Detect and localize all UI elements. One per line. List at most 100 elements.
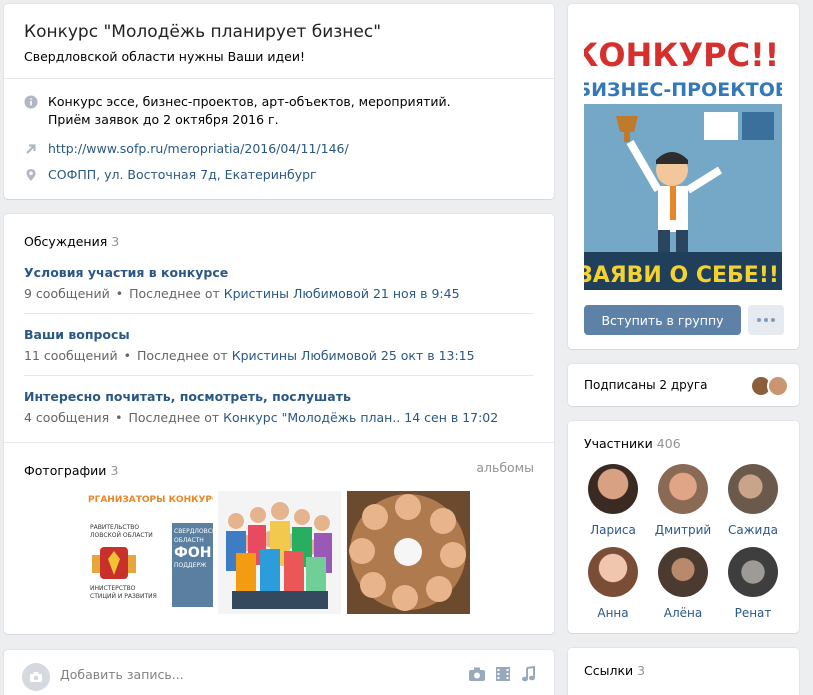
discussion-title[interactable]: Ваши вопросы	[24, 327, 534, 342]
photo-text: СТИЦИЙ И РАЗВИТИЯ	[90, 593, 157, 600]
members-count: 406	[656, 436, 681, 451]
albums-link[interactable]: альбомы	[476, 460, 534, 475]
last-post-time[interactable]: 14 сен в 17:02	[404, 410, 498, 425]
website-link[interactable]: http://www.sofp.ru/meropriatia/2016/04/1…	[48, 140, 349, 158]
member-name: Ренат	[734, 606, 772, 620]
discussion-item: Интересно почитать, посмотреть, послушат…	[24, 389, 534, 425]
member-name: Анна	[597, 606, 629, 620]
member-name: Дмитрий	[654, 523, 712, 537]
address-link[interactable]: СОФПП, ул. Восточная 7д, Екатеринбург	[48, 166, 317, 184]
divider	[4, 442, 554, 443]
photo-text: РАВИТЕЛЬСТВО	[90, 524, 140, 531]
avatar	[728, 464, 778, 514]
description-row: Конкурс эссе, бизнес-проектов, арт-объек…	[24, 93, 451, 129]
discussions-title: Обсуждения	[24, 234, 108, 249]
member-item[interactable]: Алёна	[650, 547, 716, 620]
links-count: 3	[637, 663, 646, 678]
last-post-label: Последнее от	[129, 286, 220, 301]
more-dots-icon	[764, 318, 768, 322]
photo-text: СВЕРДЛОВСК	[174, 528, 213, 535]
avatar	[658, 547, 708, 597]
discussions-header[interactable]: Обсуждения 3	[24, 231, 119, 250]
last-post-author[interactable]: Кристины Любимовой	[224, 286, 369, 301]
last-post-label: Последнее от	[128, 410, 220, 425]
discussion-title[interactable]: Условия участия в конкурсе	[24, 265, 534, 280]
page-title: Конкурс "Молодёжь планирует бизнес"	[24, 22, 382, 42]
last-post-label: Последнее от	[137, 348, 228, 363]
discussion-post-count: 11 сообщений	[24, 348, 118, 363]
discussion-meta: 9 сообщений • Последнее от Кристины Любимо…	[24, 286, 460, 301]
friend-avatar	[767, 375, 789, 397]
avatar	[658, 464, 708, 514]
cover-text: БИЗНЕС-ПРОЕКТОВ	[584, 79, 782, 101]
last-post-author[interactable]: Кристины Любимовой	[232, 348, 377, 363]
group-header-card: Конкурс "Молодёжь планирует бизнес" Свер…	[4, 4, 554, 199]
discussion-title[interactable]: Интересно почитать, посмотреть, послушат…	[24, 389, 534, 404]
photo-text: ЛОВСКОЙ ОБЛАСТИ	[90, 532, 153, 539]
discussion-item: Условия участия в конкурсе 9 сообщений • П…	[24, 265, 534, 301]
info-icon	[24, 95, 38, 109]
last-post-author[interactable]: Конкурс "Молодёжь план..	[223, 410, 400, 425]
description-line-1: Конкурс эссе, бизнес-проектов, арт-объек…	[48, 94, 451, 109]
member-item[interactable]: Лариса	[580, 464, 646, 537]
members-card: Участники 406 Лариса Дмитрий Сажида Анна …	[568, 421, 799, 633]
discussion-item: Ваши вопросы 11 сообщений • Последнее от К…	[24, 327, 534, 363]
photo-text: ФОН	[174, 545, 212, 561]
members-header[interactable]: Участники 406	[584, 433, 681, 452]
user-avatar	[22, 663, 50, 691]
friends-subscribed-text: Подписаны 2 друга	[584, 378, 708, 392]
member-name: Сажида	[728, 523, 778, 537]
description-line-2: Приём заявок до 2 октября 2016 г.	[48, 112, 279, 127]
photo-text: ПОДДЕРЖ	[174, 562, 207, 569]
friends-subscribed-card[interactable]: Подписаны 2 друга	[568, 364, 799, 406]
member-name: Алёна	[663, 606, 703, 620]
discussions-count: 3	[111, 234, 120, 249]
photo-youth-group[interactable]	[218, 491, 341, 614]
member-item[interactable]: Сажида	[720, 464, 786, 537]
video-attach-icon[interactable]	[494, 666, 512, 682]
website-row: http://www.sofp.ru/meropriatia/2016/04/1…	[24, 140, 349, 158]
photo-heading: РГАНИЗАТОРЫ КОНКУРСА	[88, 495, 213, 505]
cover-text: КОНКУРС!!!	[584, 36, 782, 74]
group-cover-card: КОНКУРС!!! БИЗНЕС-ПРОЕКТОВ ЗАЯВИ О СЕБЕ!…	[568, 4, 799, 349]
divider	[24, 375, 534, 376]
photo-organizers[interactable]: РГАНИЗАТОРЫ КОНКУРСА РАВИТЕЛЬСТВО ЛОВСКО…	[88, 491, 213, 614]
avatar	[728, 547, 778, 597]
photo-faces-circle[interactable]	[347, 491, 470, 614]
last-post-time[interactable]: 25 окт в 13:15	[381, 348, 475, 363]
discussion-meta: 4 сообщения • Последнее от Конкурс "Молодё…	[24, 410, 499, 425]
cover-text: ЗАЯВИ О СЕБЕ!!!	[584, 263, 782, 288]
post-composer: Добавить запись...	[4, 650, 554, 695]
member-item[interactable]: Ренат	[720, 547, 786, 620]
photo-text: ИНИСТЕРСТВО	[90, 585, 136, 592]
divider	[4, 78, 554, 79]
discussion-meta: 11 сообщений • Последнее от Кристины Любим…	[24, 348, 475, 363]
members-title: Участники	[584, 436, 653, 451]
join-group-button[interactable]: Вступить в группу	[584, 305, 741, 335]
links-header[interactable]: Ссылки 3	[584, 660, 645, 679]
member-name: Лариса	[590, 523, 636, 537]
photos-count: 3	[110, 463, 119, 478]
last-post-time[interactable]: 21 ноя в 9:45	[373, 286, 460, 301]
photos-header[interactable]: Фотографии 3	[24, 460, 118, 479]
group-cover-image[interactable]: КОНКУРС!!! БИЗНЕС-ПРОЕКТОВ ЗАЯВИ О СЕБЕ!…	[584, 20, 782, 290]
divider	[24, 313, 534, 314]
address-row: СОФПП, ул. Восточная 7д, Екатеринбург	[24, 166, 317, 184]
links-card: Ссылки 3	[568, 648, 799, 695]
member-item[interactable]: Дмитрий	[650, 464, 716, 537]
post-input[interactable]: Добавить запись...	[60, 667, 184, 682]
discussion-post-count: 9 сообщений	[24, 286, 110, 301]
discussion-post-count: 4 сообщения	[24, 410, 110, 425]
content-card: Обсуждения 3 Условия участия в конкурсе 9…	[4, 214, 554, 634]
audio-attach-icon[interactable]	[520, 666, 538, 682]
camera-icon	[30, 672, 42, 682]
photos-title: Фотографии	[24, 463, 107, 478]
photo-attach-icon[interactable]	[468, 666, 486, 682]
more-actions-button[interactable]	[748, 305, 784, 335]
member-item[interactable]: Анна	[580, 547, 646, 620]
location-pin-icon	[26, 169, 36, 181]
photo-text: ОБЛАСТН	[174, 537, 204, 544]
avatar	[588, 547, 638, 597]
link-arrow-icon	[26, 144, 36, 154]
more-dots-icon	[757, 318, 761, 322]
